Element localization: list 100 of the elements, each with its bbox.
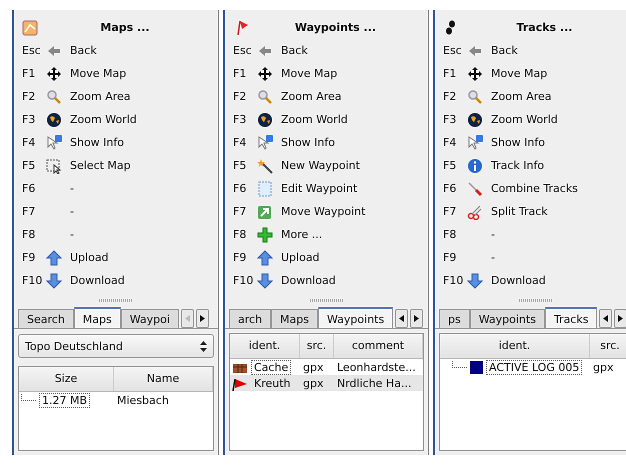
menu-label: Zoom World [281,113,348,126]
shortcut-key: F4 [233,136,257,149]
menu-item[interactable]: F6 Combine Tracks [435,177,626,200]
shortcut-key: F9 [443,251,467,264]
menu-item[interactable]: F5 Track Info [435,154,626,177]
menu-item[interactable]: F7 - [14,200,218,223]
shortcut-key: F9 [233,251,257,264]
menu-label: Download [281,274,336,287]
menu-item[interactable]: F4 Show Info [225,131,428,154]
menu-item[interactable]: F3 Zoom World [225,108,428,131]
shortcut-key: F7 [443,205,467,218]
menu-item[interactable]: F6 Edit Waypoint [225,177,428,200]
column-header[interactable]: ident. [440,334,590,358]
menu-label: - [491,228,495,241]
menu-label: Select Map [70,159,131,172]
menu-item[interactable]: F1 Move Map [14,62,218,85]
menu-item[interactable]: F8 - [435,223,626,246]
menu-item[interactable]: F10 Download [225,269,428,292]
menu-item[interactable]: F10 Download [435,269,626,292]
menu-label: Show Info [281,136,335,149]
menu-label: - [70,228,74,241]
menu-item[interactable]: Esc Back [14,39,218,62]
column-header[interactable]: src. [300,334,334,358]
menu-label: Split Track [491,205,548,218]
tab[interactable]: Waypoints [470,309,545,328]
tab[interactable]: Search [18,309,74,328]
table-row[interactable]: Kreuth gpx Nrdliche Ha... [230,375,423,391]
shortcut-key: F6 [233,182,257,195]
menu-label: Edit Waypoint [281,182,358,195]
menu-item[interactable]: F4 Show Info [435,131,626,154]
menu-label: Move Map [70,67,126,80]
column-header[interactable]: ident. [230,334,300,358]
shortcut-key: Esc [22,44,46,57]
shortcut-key: F5 [443,159,467,172]
panel-title: Waypoints ... [294,21,378,34]
tab[interactable]: arch [229,309,272,328]
shortcut-key: F8 [233,228,257,241]
menu-item[interactable]: F1 Move Map [225,62,428,85]
menu-item[interactable]: F2 Zoom Area [435,85,626,108]
shortcut-key: F1 [443,67,467,80]
column-header[interactable]: Name [114,367,213,391]
menu-item[interactable]: F8 - [14,223,218,246]
menu-item[interactable]: F4 Show Info [14,131,218,154]
menu-label: Back [491,44,518,57]
table-cell-text: gpx [592,360,614,374]
menu-item[interactable]: F2 Zoom Area [225,85,428,108]
map-dropdown[interactable]: Topo Deutschland [18,334,214,358]
menu-label: Upload [281,251,320,264]
column-header[interactable]: comment [334,334,423,358]
menu-item[interactable]: F9 - [435,246,626,269]
menu-label: Track Info [491,159,544,172]
tab[interactable]: Waypoi [120,309,179,328]
column-header[interactable]: Size [19,367,114,391]
table-cell-text: gpx [302,360,324,374]
shortcut-key: F2 [22,90,46,103]
menu-item[interactable]: F1 Move Map [435,62,626,85]
menu-label: More ... [281,228,322,241]
menu-item[interactable]: F7 Split Track [435,200,626,223]
menu-item[interactable]: F3 Zoom World [435,108,626,131]
menu-label: Zoom Area [491,90,552,103]
menu-item[interactable]: F7 Move Waypoint [225,200,428,223]
menu-label: - [70,205,74,218]
tab[interactable]: Maps [74,307,121,328]
menu-label: Download [491,274,546,287]
menu-item[interactable]: F6 - [14,177,218,200]
menu-item[interactable]: F3 Zoom World [14,108,218,131]
shortcut-key: F7 [233,205,257,218]
tab[interactable]: Maps [271,309,318,328]
shortcut-key: F10 [22,274,46,287]
menu-item[interactable]: F8 More ... [225,223,428,246]
menu-item[interactable]: F5 Select Map [14,154,218,177]
shortcut-key: F3 [22,113,46,126]
menu-label: Move Map [281,67,338,80]
shortcut-key: F9 [22,251,46,264]
shortcut-key: Esc [443,44,467,57]
tab[interactable]: Waypoints [318,307,394,328]
menu-label: Upload [70,251,109,264]
menu-item[interactable]: F9 Upload [225,246,428,269]
shortcut-key: F4 [22,136,46,149]
menu-item[interactable]: Esc Back [435,39,626,62]
menu-item[interactable]: F9 Upload [14,246,218,269]
shortcut-key: F7 [22,205,46,218]
tab[interactable]: ps [439,309,470,328]
menu-label: Move Map [491,67,548,80]
tab[interactable]: Tracks [544,307,598,328]
menu-label: - [491,251,495,264]
menu-label: Back [70,44,97,57]
shortcut-key: F8 [443,228,467,241]
menu-label: Show Info [70,136,124,149]
menu-label: Zoom Area [281,90,342,103]
menu-item[interactable]: Esc Back [225,39,428,62]
table-cell-text: Nrdliche Ha... [336,376,412,390]
column-header[interactable]: src. [590,334,626,358]
table-cell-text: Miesbach [116,394,170,406]
menu-label: New Waypoint [281,159,360,172]
menu-label: - [70,182,74,195]
menu-label: Combine Tracks [491,182,578,195]
menu-item[interactable]: F2 Zoom Area [14,85,218,108]
menu-item[interactable]: F5 New Waypoint [225,154,428,177]
menu-item[interactable]: F10 Download [14,269,218,292]
